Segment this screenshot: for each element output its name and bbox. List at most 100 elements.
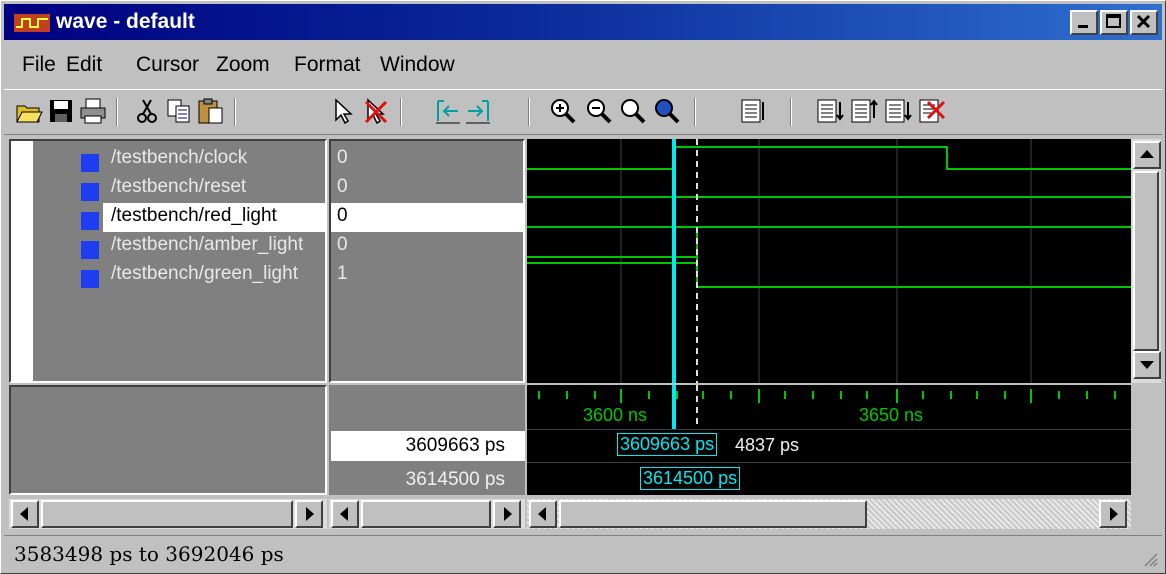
signal-value-red-light: 0: [337, 205, 348, 226]
hscroll-thumb[interactable]: [559, 500, 867, 528]
format-icon[interactable]: [738, 96, 768, 126]
cursor-values-pane: 3609663 ps 3614500 ps: [329, 385, 525, 495]
toolbar-separator: [234, 98, 236, 126]
signal-color-icon: [81, 270, 99, 288]
menu-window[interactable]: Window: [380, 53, 455, 77]
scroll-down-button[interactable]: [1133, 351, 1161, 379]
waveforms: [527, 146, 1131, 288]
signal-color-icon: [81, 241, 99, 259]
minimize-icon: [1078, 25, 1088, 28]
scroll-right-icon: [306, 507, 314, 521]
signal-name: /testbench/amber_light: [111, 234, 304, 255]
sort1-icon[interactable]: [814, 96, 844, 126]
menu-bar: File Edit Cursor Zoom Format Window: [4, 43, 1162, 87]
cut-icon[interactable]: [132, 96, 162, 126]
title-bar[interactable]: wave - default: [4, 4, 1162, 40]
signal-value-reset: 0: [337, 176, 348, 197]
paste-icon[interactable]: [196, 96, 226, 126]
tick-label-3600: 3600 ns: [583, 405, 648, 425]
menu-file[interactable]: File: [22, 53, 56, 77]
scroll-right-button[interactable]: [295, 500, 323, 528]
waveform-pane[interactable]: [527, 139, 1131, 383]
signal-color-icon: [81, 154, 99, 172]
close-button[interactable]: [1130, 10, 1158, 35]
signal-row-amber-light[interactable]: /testbench/amber_light: [81, 232, 331, 261]
sort3-icon[interactable]: [882, 96, 912, 126]
wave-clock: [527, 146, 1131, 170]
menu-edit[interactable]: Edit: [66, 53, 102, 77]
print-icon[interactable]: [78, 96, 108, 126]
delete-icon[interactable]: [360, 96, 390, 126]
sort2-icon[interactable]: [848, 96, 878, 126]
tick-label-3650: 3650 ns: [859, 405, 924, 425]
cursor-right-icon[interactable]: [464, 96, 494, 126]
signal-name: /testbench/clock: [111, 147, 248, 168]
maximize-button[interactable]: [1100, 10, 1128, 35]
open-icon[interactable]: [14, 96, 44, 126]
select-icon[interactable]: [328, 96, 358, 126]
menu-zoom[interactable]: Zoom: [216, 53, 270, 77]
maximize-icon: [1106, 14, 1121, 28]
scroll-up-button[interactable]: [1133, 141, 1161, 169]
signal-row-red-light[interactable]: /testbench/red_light: [81, 203, 331, 232]
timeline-pane[interactable]: 3600 ns 3650 ns 3609663 ps 4837 ps 36145…: [527, 385, 1131, 495]
toolbar-separator: [694, 98, 696, 126]
scroll-left-button[interactable]: [529, 500, 557, 528]
zoom-area-icon[interactable]: [618, 96, 648, 126]
signal-name: /testbench/reset: [111, 176, 247, 197]
scroll-right-button[interactable]: [493, 500, 521, 528]
names-hscrollbar[interactable]: [9, 499, 327, 529]
status-range: 3583498 ps to 3692046 ps: [14, 542, 284, 566]
signal-row-reset[interactable]: /testbench/reset: [81, 174, 331, 203]
row-divider: [527, 462, 1131, 463]
close-icon: [1136, 14, 1151, 29]
scroll-right-button[interactable]: [1099, 500, 1127, 528]
scroll-left-button[interactable]: [11, 500, 39, 528]
vertical-scrollbar[interactable]: [1131, 139, 1161, 383]
resize-grip-icon[interactable]: [1142, 551, 1158, 567]
signal-names-pane: /testbench/clock /testbench/reset /testb…: [9, 139, 327, 383]
wave-window: wave - default File Edit Cursor Zoom For…: [0, 0, 1166, 574]
zoom-in-icon[interactable]: [548, 96, 578, 126]
wave-hscrollbar[interactable]: [527, 499, 1131, 529]
vscroll-thumb[interactable]: [1133, 171, 1159, 351]
selected-value-highlight: [331, 203, 525, 232]
signal-color-icon: [81, 212, 99, 230]
delete-signals-icon[interactable]: [916, 96, 946, 126]
cursor-left-icon[interactable]: [432, 96, 462, 126]
signal-values-pane: 0 0 0 0 1: [329, 139, 525, 383]
hscroll-thumb[interactable]: [41, 500, 293, 528]
signal-value-clock: 0: [337, 147, 348, 168]
signal-row-green-light[interactable]: /testbench/green_light: [81, 261, 331, 290]
minimize-button[interactable]: [1070, 10, 1098, 35]
toolbar: [4, 89, 1162, 135]
zoom-out-icon[interactable]: [584, 96, 614, 126]
cursor-2-value: 3614500 ps: [405, 469, 505, 490]
menu-format[interactable]: Format: [294, 53, 361, 77]
values-hscrollbar[interactable]: [329, 499, 525, 529]
copy-icon[interactable]: [164, 96, 194, 126]
toolbar-separator: [400, 98, 402, 126]
cursor-names-pane: [9, 385, 327, 495]
wave-green-light: [527, 256, 1131, 288]
cursor-2-label[interactable]: 3614500 ps: [640, 467, 741, 490]
menu-cursor[interactable]: Cursor: [136, 53, 199, 77]
zoom-full-icon[interactable]: [652, 96, 682, 126]
cursor-1-label[interactable]: 3609663 ps: [617, 433, 718, 456]
scroll-up-icon: [1140, 150, 1154, 158]
signal-color-icon: [81, 183, 99, 201]
toolbar-separator: [528, 98, 530, 126]
signal-value-amber-light: 0: [337, 234, 348, 255]
scroll-right-icon: [504, 507, 512, 521]
signal-value-green-light: 1: [337, 263, 348, 284]
signal-name: /testbench/red_light: [111, 205, 277, 226]
window-title: wave - default: [56, 10, 195, 33]
scroll-left-icon: [20, 507, 28, 521]
scroll-left-icon: [340, 507, 348, 521]
wave-app-icon: [14, 14, 50, 32]
names-margin: [11, 141, 33, 381]
hscroll-thumb[interactable]: [361, 500, 491, 528]
scroll-left-button[interactable]: [331, 500, 359, 528]
save-icon[interactable]: [46, 96, 76, 126]
signal-row-clock[interactable]: /testbench/clock: [81, 145, 331, 174]
